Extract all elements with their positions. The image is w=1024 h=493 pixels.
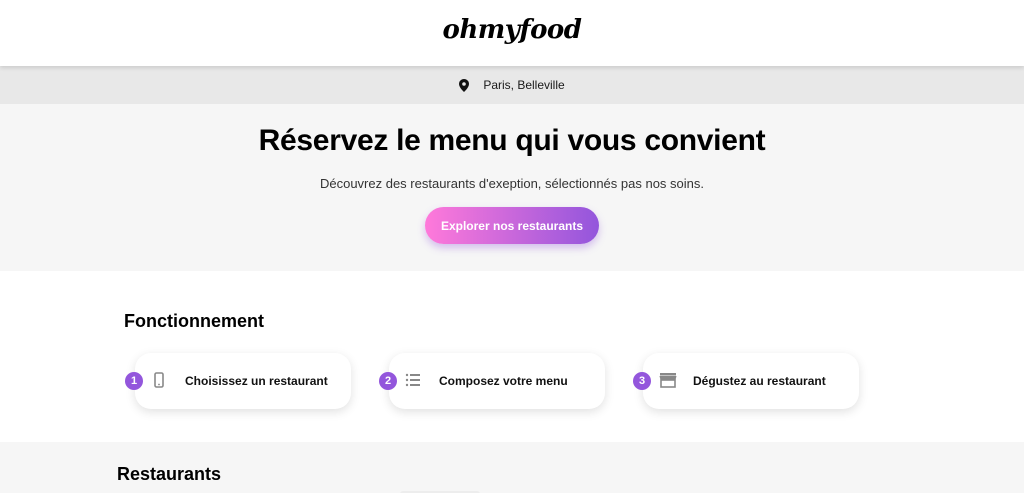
step-label: Dégustez au restaurant — [693, 374, 826, 388]
explore-restaurants-button[interactable]: Explorer nos restaurants — [424, 207, 600, 244]
step-number: 3 — [633, 372, 651, 390]
store-icon — [659, 372, 677, 388]
map-pin-icon — [459, 78, 470, 92]
steps-list: 1 Choisissez un restaurant 2 Composez vo… — [124, 353, 1024, 409]
mobile-phone-icon — [151, 372, 167, 388]
site-header: ohmyfood — [0, 0, 1024, 66]
logo[interactable]: ohmyfood — [443, 15, 582, 45]
restaurants-section: Restaurants — [0, 442, 1024, 493]
location-bar: Paris, Belleville — [0, 66, 1024, 104]
hero-title: Réservez le menu qui vous convient — [258, 124, 766, 157]
hero-subtitle: Découvrez des restaurants d'exeption, sé… — [319, 176, 705, 191]
how-it-works-title: Fonctionnement — [124, 311, 264, 331]
step-number: 1 — [125, 372, 143, 390]
restaurants-title: Restaurants — [117, 464, 222, 484]
step-label: Composez votre menu — [439, 374, 568, 388]
step-compose-menu: 2 Composez votre menu — [379, 353, 605, 409]
hero-section: Réservez le menu qui vous convient Décou… — [0, 104, 1024, 271]
list-icon — [405, 372, 421, 388]
how-it-works-section: Fonctionnement 1 Choisissez un restauran… — [0, 271, 1024, 442]
location-text[interactable]: Paris, Belleville — [483, 78, 564, 92]
step-label: Choisissez un restaurant — [185, 374, 328, 388]
step-enjoy-restaurant: 3 Dégustez au restaurant — [633, 353, 859, 409]
step-choose-restaurant: 1 Choisissez un restaurant — [125, 353, 351, 409]
step-number: 2 — [379, 372, 397, 390]
